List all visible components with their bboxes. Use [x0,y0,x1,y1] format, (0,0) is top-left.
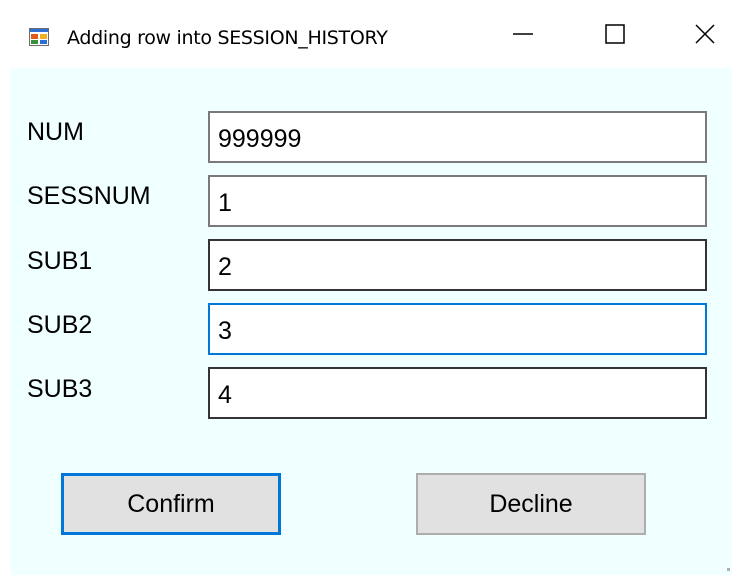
num-input[interactable]: 999999 [208,111,707,163]
sub2-label: SUB2 [27,311,93,339]
resize-grip[interactable] [727,568,730,571]
sub1-input[interactable]: 2 [208,239,707,291]
form-app-icon [29,28,49,46]
maximize-button[interactable] [580,10,650,62]
title-bar[interactable]: Adding row into SESSION_HISTORY [0,0,742,68]
sessnum-input[interactable]: 1 [208,175,707,227]
minimize-icon [512,23,534,50]
sub3-input[interactable]: 4 [208,367,707,419]
close-icon [694,23,716,50]
decline-button[interactable]: Decline [416,473,646,535]
window-title: Adding row into SESSION_HISTORY [67,27,388,49]
sub3-label: SUB3 [27,375,93,403]
sub2-input[interactable]: 3 [208,303,707,355]
num-label: NUM [27,118,84,146]
dialog-window: Adding row into SESSION_HISTORY NUM 9999… [0,0,742,580]
close-button[interactable] [670,10,740,62]
sessnum-label: SESSNUM [27,182,151,210]
maximize-icon [604,23,626,50]
minimize-button[interactable] [488,10,558,62]
form-client-area: NUM 999999 SESSNUM 1 SUB1 2 SUB2 3 SUB3 … [10,68,732,575]
confirm-button[interactable]: Confirm [61,473,281,535]
sub1-label: SUB1 [27,247,93,275]
